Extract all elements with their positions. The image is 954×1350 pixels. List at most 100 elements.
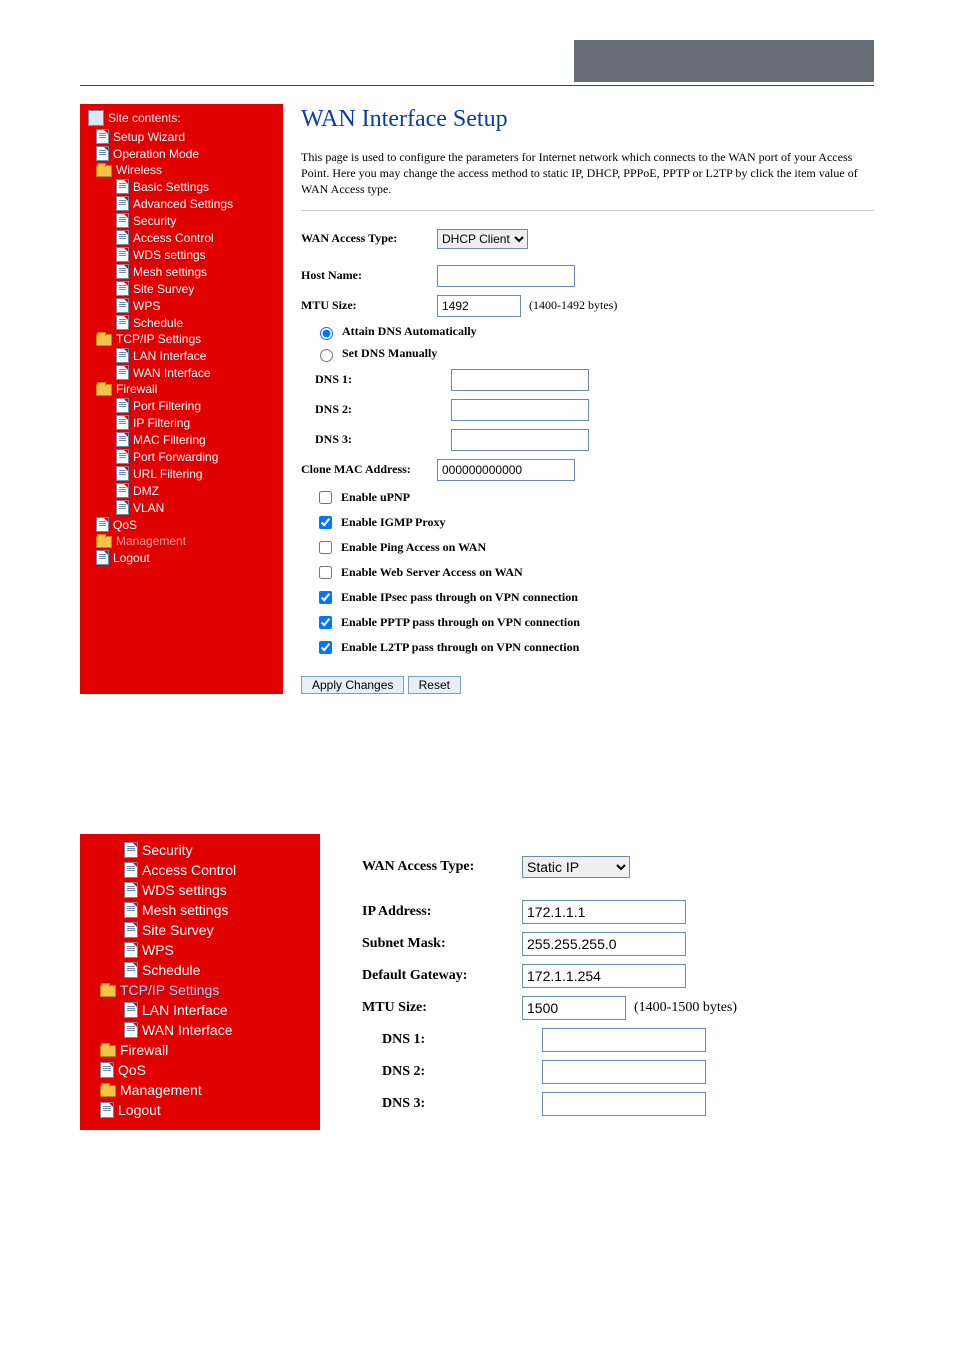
- sidebar-item-setup-wizard[interactable]: Setup Wizard: [88, 128, 283, 145]
- sidebar-item-wps[interactable]: WPS: [88, 297, 283, 314]
- sidebar-item-basic-settings[interactable]: Basic Settings: [88, 178, 283, 195]
- sidebar-item-label[interactable]: Access Control: [142, 862, 236, 878]
- enable-ping-checkbox[interactable]: [319, 541, 332, 554]
- sidebar-item-firewall[interactable]: Firewall: [88, 1040, 320, 1060]
- sidebar-item-label[interactable]: Mesh settings: [142, 902, 228, 918]
- sidebar-item-qos[interactable]: QoS: [88, 1060, 320, 1080]
- sidebar-item-label[interactable]: Management: [120, 1082, 202, 1098]
- sidebar-item-label[interactable]: Access Control: [133, 231, 214, 245]
- sidebar-item-label[interactable]: Wireless: [116, 163, 162, 177]
- sidebar-item-wireless[interactable]: Wireless: [88, 162, 283, 178]
- sidebar-item-access-control[interactable]: Access Control: [88, 229, 283, 246]
- sidebar-item-label[interactable]: LAN Interface: [133, 349, 206, 363]
- sidebar-item-logout[interactable]: Logout: [88, 549, 283, 566]
- sidebar-item-label[interactable]: IP Filtering: [133, 416, 190, 430]
- sidebar-item-site-survey[interactable]: Site Survey: [88, 280, 283, 297]
- sidebar-item-label[interactable]: WAN Interface: [142, 1022, 233, 1038]
- sidebar-item-schedule[interactable]: Schedule: [88, 314, 283, 331]
- sidebar-item-qos[interactable]: QoS: [88, 516, 283, 533]
- sidebar-item-label[interactable]: Logout: [113, 551, 150, 565]
- sidebar-item-label[interactable]: MAC Filtering: [133, 433, 206, 447]
- sidebar-item-wan-interface[interactable]: WAN Interface: [88, 1020, 320, 1040]
- sidebar-item-label[interactable]: Firewall: [120, 1042, 168, 1058]
- dns1-input[interactable]: [451, 369, 589, 391]
- clone-mac-input[interactable]: [437, 459, 575, 481]
- sidebar-item-label[interactable]: QoS: [113, 518, 137, 532]
- enable-upnp-checkbox[interactable]: [319, 491, 332, 504]
- sidebar-item-advanced-settings[interactable]: Advanced Settings: [88, 195, 283, 212]
- dns-manual-radio[interactable]: [320, 349, 333, 362]
- apply-changes-button[interactable]: Apply Changes: [301, 676, 404, 694]
- host-name-input[interactable]: [437, 265, 575, 287]
- dns-auto-radio[interactable]: [320, 327, 333, 340]
- sidebar-item-vlan[interactable]: VLAN: [88, 499, 283, 516]
- default-gateway-input[interactable]: [522, 964, 686, 988]
- ip-address-input[interactable]: [522, 900, 686, 924]
- sidebar-item-mesh-settings[interactable]: Mesh settings: [88, 900, 320, 920]
- mtu-size-input[interactable]: [522, 996, 626, 1020]
- sidebar-item-label[interactable]: LAN Interface: [142, 1002, 228, 1018]
- sidebar-item-label[interactable]: Security: [142, 842, 193, 858]
- sidebar-item-port-forwarding[interactable]: Port Forwarding: [88, 448, 283, 465]
- sidebar-item-label[interactable]: URL Filtering: [133, 467, 203, 481]
- dns3-input[interactable]: [542, 1092, 706, 1116]
- sidebar-item-management[interactable]: Management: [88, 533, 283, 549]
- sidebar-item-label[interactable]: Schedule: [133, 316, 183, 330]
- sidebar-item-label[interactable]: Advanced Settings: [133, 197, 233, 211]
- dns2-input[interactable]: [542, 1060, 706, 1084]
- sidebar-item-label[interactable]: Schedule: [142, 962, 200, 978]
- wan-access-type-select[interactable]: DHCP Client: [437, 229, 528, 249]
- sidebar-item-schedule[interactable]: Schedule: [88, 960, 320, 980]
- sidebar-item-label[interactable]: TCP/IP Settings: [120, 982, 219, 998]
- sidebar-item-firewall[interactable]: Firewall: [88, 381, 283, 397]
- sidebar-item-site-survey[interactable]: Site Survey: [88, 920, 320, 940]
- sidebar-item-label[interactable]: WDS settings: [142, 882, 227, 898]
- sidebar-item-dmz[interactable]: DMZ: [88, 482, 283, 499]
- sidebar-item-security[interactable]: Security: [88, 840, 320, 860]
- sidebar-item-label[interactable]: VLAN: [133, 501, 164, 515]
- sidebar-item-label[interactable]: WDS settings: [133, 248, 206, 262]
- reset-button[interactable]: Reset: [408, 676, 461, 694]
- enable-web-checkbox[interactable]: [319, 566, 332, 579]
- sidebar-item-tcp-ip-settings[interactable]: TCP/IP Settings: [88, 331, 283, 347]
- sidebar-item-lan-interface[interactable]: LAN Interface: [88, 1000, 320, 1020]
- sidebar-item-label[interactable]: WPS: [133, 299, 160, 313]
- sidebar-item-label[interactable]: Mesh settings: [133, 265, 207, 279]
- sidebar-item-label[interactable]: Setup Wizard: [113, 130, 185, 144]
- enable-pptp-checkbox[interactable]: [319, 616, 332, 629]
- enable-l2tp-checkbox[interactable]: [319, 641, 332, 654]
- sidebar-item-wps[interactable]: WPS: [88, 940, 320, 960]
- sidebar-item-mac-filtering[interactable]: MAC Filtering: [88, 431, 283, 448]
- enable-ipsec-checkbox[interactable]: [319, 591, 332, 604]
- dns3-input[interactable]: [451, 429, 589, 451]
- sidebar-item-label[interactable]: Security: [133, 214, 176, 228]
- sidebar-item-label[interactable]: Port Forwarding: [133, 450, 218, 464]
- sidebar-item-label[interactable]: TCP/IP Settings: [116, 332, 201, 346]
- sidebar-item-label[interactable]: WPS: [142, 942, 174, 958]
- sidebar-item-security[interactable]: Security: [88, 212, 283, 229]
- enable-igmp-checkbox[interactable]: [319, 516, 332, 529]
- sidebar-item-label[interactable]: DMZ: [133, 484, 159, 498]
- sidebar-item-label[interactable]: Site Survey: [133, 282, 194, 296]
- sidebar-item-wds-settings[interactable]: WDS settings: [88, 880, 320, 900]
- sidebar-item-operation-mode[interactable]: Operation Mode: [88, 145, 283, 162]
- sidebar-item-label[interactable]: Site Survey: [142, 922, 214, 938]
- sidebar-item-access-control[interactable]: Access Control: [88, 860, 320, 880]
- sidebar-item-port-filtering[interactable]: Port Filtering: [88, 397, 283, 414]
- wan-access-type-select[interactable]: Static IP: [522, 856, 630, 878]
- sidebar-item-ip-filtering[interactable]: IP Filtering: [88, 414, 283, 431]
- mtu-size-input[interactable]: [437, 295, 521, 317]
- sidebar-item-management[interactable]: Management: [88, 1080, 320, 1100]
- sidebar-item-url-filtering[interactable]: URL Filtering: [88, 465, 283, 482]
- sidebar-item-mesh-settings[interactable]: Mesh settings: [88, 263, 283, 280]
- sidebar-item-label[interactable]: Operation Mode: [113, 147, 199, 161]
- sidebar-item-tcp-ip-settings[interactable]: TCP/IP Settings: [88, 980, 320, 1000]
- sidebar-item-logout[interactable]: Logout: [88, 1100, 320, 1120]
- sidebar-item-label[interactable]: WAN Interface: [133, 366, 211, 380]
- sidebar-item-wan-interface[interactable]: WAN Interface: [88, 364, 283, 381]
- dns2-input[interactable]: [451, 399, 589, 421]
- sidebar-item-label[interactable]: Firewall: [116, 382, 157, 396]
- sidebar-item-label[interactable]: Basic Settings: [133, 180, 209, 194]
- subnet-mask-input[interactable]: [522, 932, 686, 956]
- dns1-input[interactable]: [542, 1028, 706, 1052]
